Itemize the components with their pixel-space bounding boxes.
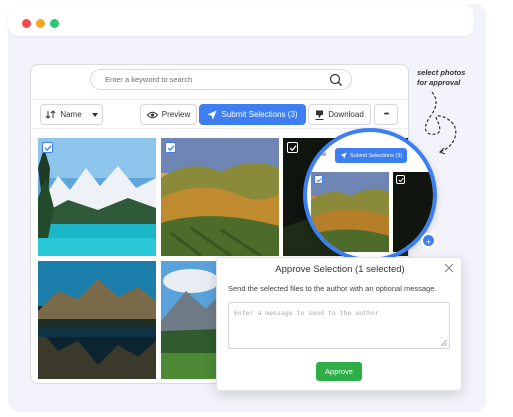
eye-icon (146, 111, 158, 118)
dialog-message: Send the selected files to the author wi… (228, 284, 437, 293)
dialog-title: Approve Selection (1 selected) (275, 264, 405, 275)
mag-photo-hills (311, 172, 389, 252)
annotation-line-2: for approval (417, 78, 461, 87)
preview-label: Preview (161, 110, 191, 119)
caret-down-icon (91, 112, 98, 117)
close-window-dot[interactable] (22, 19, 31, 28)
mag-preview-label: eview (311, 152, 327, 158)
download-label: Download (328, 110, 364, 119)
resize-grip-icon[interactable] (441, 340, 447, 346)
mag-photo-checkbox (396, 175, 405, 184)
send-icon (207, 110, 217, 119)
photo-checkbox[interactable] (287, 142, 298, 153)
photo-rolling-hills[interactable] (161, 138, 279, 256)
checkmark-icon (316, 178, 322, 183)
more-icon: ••• (383, 111, 389, 118)
search-icon[interactable] (329, 73, 343, 87)
preview-button[interactable]: Preview (140, 104, 197, 125)
sort-icon (45, 110, 56, 119)
photo-lake-mountains[interactable] (38, 138, 156, 256)
sort-dropdown[interactable]: Name (40, 104, 103, 125)
photo-mountain-reflection-image (38, 261, 156, 379)
search-input[interactable]: Enter a keyword to search (105, 75, 192, 84)
checkmark-icon (44, 145, 52, 152)
checkmark-icon (398, 178, 404, 183)
photo-lake-mountains-image (38, 138, 156, 256)
submit-selections-label: Submit Selections (3) (221, 110, 298, 119)
annotation-text: select photos for approval (417, 68, 465, 88)
mag-photo-hills-image (311, 172, 389, 252)
textarea-placeholder: Enter a message to send to the author (234, 309, 379, 317)
annotation-line-1: select photos (417, 68, 466, 77)
maximize-window-dot[interactable] (50, 19, 59, 28)
send-icon (340, 152, 347, 159)
close-icon[interactable] (443, 262, 455, 274)
approve-selection-dialog: Approve Selection (1 selected) Send the … (216, 257, 462, 391)
more-options-button[interactable]: ••• (374, 104, 398, 125)
minimize-window-dot[interactable] (36, 19, 45, 28)
photo-checkbox[interactable] (42, 142, 53, 153)
submit-selections-button[interactable]: Submit Selections (3) (199, 104, 306, 125)
photo-rolling-hills-image (161, 138, 279, 256)
sort-label: Name (60, 110, 82, 119)
photo-checkbox[interactable] (165, 142, 176, 153)
photo-mountain-reflection[interactable] (38, 261, 156, 379)
mag-photo-checkbox (314, 175, 323, 184)
mag-submit-label: Submit Selections (3) (349, 152, 403, 159)
checkmark-icon (289, 145, 297, 152)
download-button[interactable]: Download (308, 104, 371, 125)
stage: Enter a keyword to search Name Preview S… (0, 0, 513, 417)
zoom-magnifier: eview Submit Selections (3) (303, 128, 437, 262)
zoom-plus-icon[interactable]: + (421, 233, 436, 248)
download-icon (315, 110, 324, 120)
search-bar[interactable]: Enter a keyword to search (90, 69, 352, 90)
title-bar (8, 4, 474, 36)
approval-message-textarea[interactable]: Enter a message to send to the author (228, 302, 450, 349)
mag-submit-button[interactable]: Submit Selections (3) (335, 148, 407, 163)
checkmark-icon (167, 145, 175, 152)
approve-button[interactable]: Approve (316, 362, 362, 381)
toolbar: Name Preview Submit Selections (3) Downl… (31, 99, 408, 129)
